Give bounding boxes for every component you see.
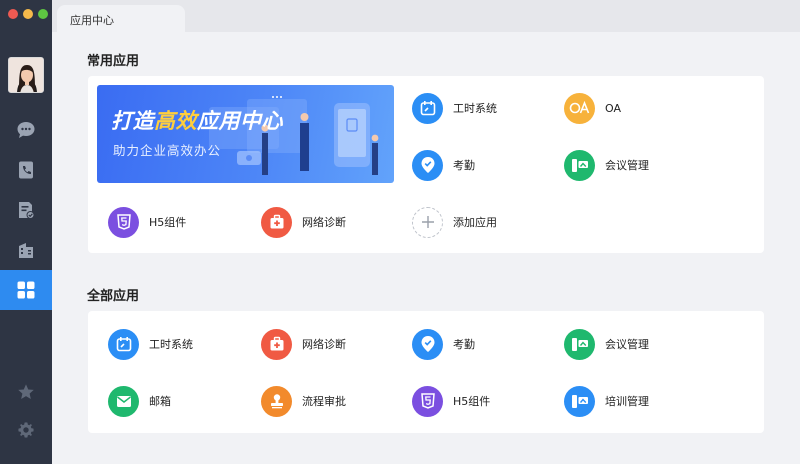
app-label: 会议管理 bbox=[605, 159, 649, 172]
minimize-window-button[interactable] bbox=[23, 9, 33, 19]
app-timesheet[interactable]: 工时系统 bbox=[108, 328, 193, 360]
calendar-icon bbox=[412, 92, 443, 124]
app-label: 网络诊断 bbox=[302, 338, 346, 351]
banner-subtitle: 助力企业高效办公 bbox=[113, 143, 222, 158]
nav-contacts[interactable] bbox=[0, 150, 52, 190]
app-attendance[interactable]: 考勤 bbox=[412, 328, 475, 360]
nav-documents[interactable] bbox=[0, 190, 52, 230]
nav-organization[interactable] bbox=[0, 230, 52, 270]
app-network-diagnosis[interactable]: 网络诊断 bbox=[261, 206, 346, 238]
app-h5[interactable]: H5组件 bbox=[108, 206, 186, 238]
promo-banner[interactable]: 打造高效应用中心 助力企业高效办公 bbox=[97, 85, 394, 183]
app-mail[interactable]: 邮箱 bbox=[108, 385, 171, 417]
document-edit-icon bbox=[19, 202, 35, 219]
nav-settings[interactable] bbox=[0, 410, 52, 450]
chat-bubble-icon bbox=[17, 122, 35, 138]
oa-icon bbox=[564, 92, 595, 124]
training-icon bbox=[564, 385, 595, 417]
nav-favorites[interactable] bbox=[0, 372, 52, 412]
tab-app-center[interactable]: 应用中心 bbox=[57, 5, 185, 32]
avatar[interactable] bbox=[8, 57, 44, 93]
app-label: 网络诊断 bbox=[302, 216, 346, 229]
building-icon bbox=[19, 243, 33, 258]
location-check-icon bbox=[412, 328, 443, 360]
banner-title: 打造高效应用中心 bbox=[111, 109, 283, 133]
stamp-icon bbox=[261, 385, 292, 417]
app-network-diagnosis[interactable]: 网络诊断 bbox=[261, 328, 346, 360]
star-icon bbox=[18, 384, 34, 400]
gear-icon bbox=[18, 422, 34, 438]
sidebar bbox=[0, 0, 52, 464]
app-label: 培训管理 bbox=[605, 395, 649, 408]
calendar-icon bbox=[108, 328, 139, 360]
nav-apps[interactable] bbox=[0, 270, 52, 310]
close-window-button[interactable] bbox=[8, 9, 18, 19]
app-label: 邮箱 bbox=[149, 395, 171, 408]
meeting-icon bbox=[564, 149, 595, 181]
main-area: 应用中心 常用应用 打造高效应用中心 助力企业高效办公 工时系统 OA 考勤 会… bbox=[52, 0, 800, 464]
app-oa[interactable]: OA bbox=[564, 92, 621, 124]
plus-icon bbox=[412, 206, 443, 238]
html5-icon bbox=[108, 206, 139, 238]
app-attendance[interactable]: 考勤 bbox=[412, 149, 475, 181]
nav-chat[interactable] bbox=[0, 110, 52, 150]
user-avatar-icon bbox=[9, 58, 43, 92]
app-label: H5组件 bbox=[149, 216, 187, 229]
app-label: H5组件 bbox=[453, 395, 491, 408]
app-label: 流程审批 bbox=[302, 395, 346, 408]
add-app-button[interactable]: 添加应用 bbox=[412, 206, 497, 238]
app-meeting[interactable]: 会议管理 bbox=[564, 328, 649, 360]
medical-kit-icon bbox=[261, 328, 292, 360]
app-meeting[interactable]: 会议管理 bbox=[564, 149, 649, 181]
meeting-icon bbox=[564, 328, 595, 360]
app-label: OA bbox=[605, 101, 621, 115]
app-label: 工时系统 bbox=[453, 102, 497, 115]
mail-icon bbox=[108, 385, 139, 417]
app-label: 考勤 bbox=[453, 159, 475, 172]
location-check-icon bbox=[412, 149, 443, 181]
section-title-common: 常用应用 bbox=[87, 54, 140, 69]
html5-icon bbox=[412, 385, 443, 417]
app-timesheet[interactable]: 工时系统 bbox=[412, 92, 497, 124]
window-controls bbox=[8, 9, 48, 19]
app-approval[interactable]: 流程审批 bbox=[261, 385, 346, 417]
app-label: 添加应用 bbox=[453, 216, 497, 229]
phone-book-icon bbox=[19, 161, 33, 179]
maximize-window-button[interactable] bbox=[38, 9, 48, 19]
app-h5[interactable]: H5组件 bbox=[412, 385, 490, 417]
app-label: 工时系统 bbox=[149, 338, 193, 351]
section-title-all: 全部应用 bbox=[87, 289, 140, 304]
medical-kit-icon bbox=[261, 206, 292, 238]
app-grid-icon bbox=[17, 281, 35, 299]
app-label: 会议管理 bbox=[605, 338, 649, 351]
app-training[interactable]: 培训管理 bbox=[564, 385, 649, 417]
tab-bar: 应用中心 bbox=[52, 0, 800, 32]
app-label: 考勤 bbox=[453, 338, 475, 351]
